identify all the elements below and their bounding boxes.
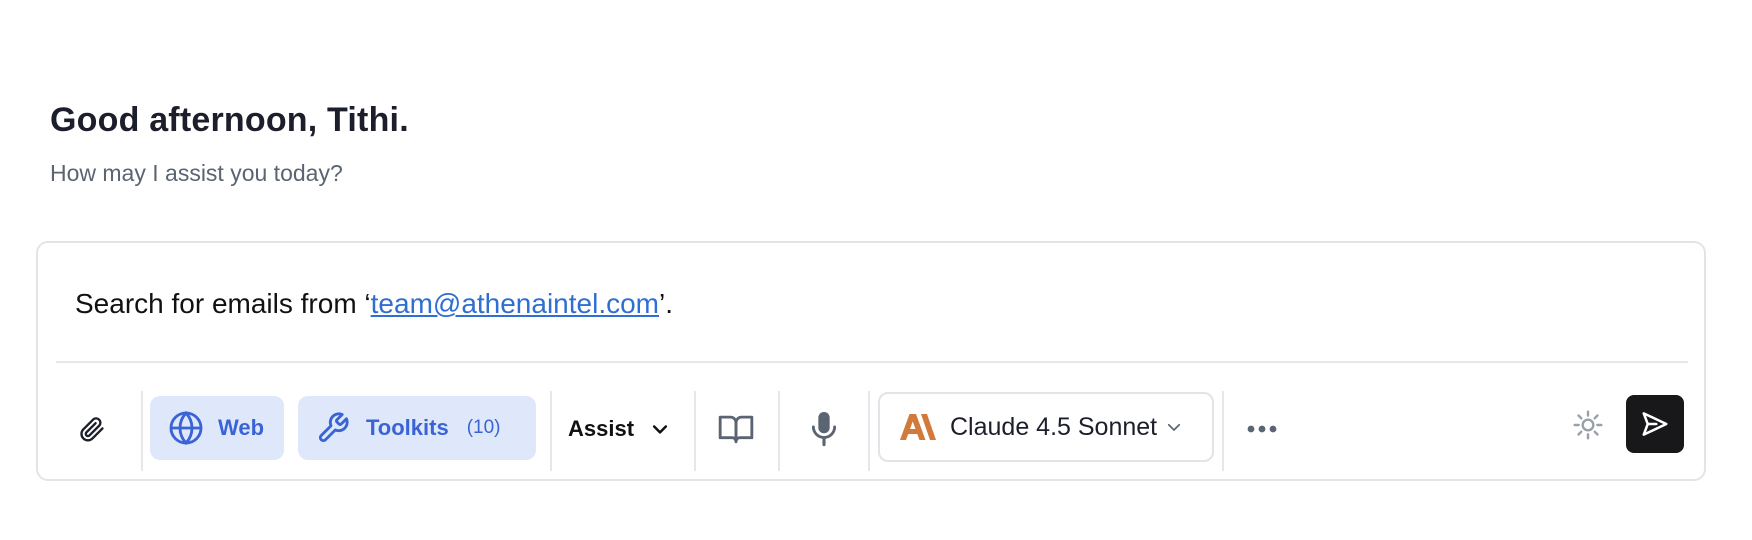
prompt-input[interactable]: Search for emails from ‘team@athenaintel… (75, 288, 673, 320)
voice-input-button[interactable] (802, 405, 846, 453)
attach-button[interactable] (72, 409, 112, 449)
book-icon (717, 410, 755, 448)
chat-composer: Search for emails from ‘team@athenaintel… (36, 241, 1706, 481)
toolbar-separator (868, 391, 870, 471)
mode-select[interactable]: Assist (568, 409, 670, 449)
microphone-icon (807, 409, 841, 449)
model-select[interactable]: Claude 4.5 Sonnet (878, 392, 1214, 462)
paperclip-icon (78, 415, 106, 443)
toolkits-label: Toolkits (366, 415, 449, 440)
chevron-down-icon (1165, 418, 1183, 436)
prompt-text-prefix: Search for emails from ‘ (75, 288, 371, 319)
composer-toolbar: Web Toolkits (10) Assist Claude 4.5 Sonn… (38, 363, 1704, 481)
greeting-title: Good afternoon, Tithi. (50, 101, 409, 139)
more-dots-icon (1246, 424, 1278, 434)
settings-button[interactable] (1568, 405, 1608, 445)
globe-icon (168, 410, 204, 446)
greeting-subtitle: How may I assist you today? (50, 160, 343, 186)
prompt-text-suffix: ’. (659, 288, 673, 319)
toolbar-separator (778, 391, 780, 471)
toolkits-count-badge: (10) (466, 417, 501, 438)
send-button[interactable] (1626, 395, 1684, 453)
web-toggle-button[interactable]: Web (150, 396, 284, 460)
toolkits-button[interactable]: Toolkits (10) (298, 396, 536, 460)
model-label: Claude 4.5 Sonnet (950, 412, 1158, 441)
toolbar-separator (1222, 391, 1224, 471)
gear-icon (1572, 409, 1604, 441)
library-button[interactable] (714, 407, 758, 451)
anthropic-logo-icon (900, 414, 936, 440)
mode-label: Assist (568, 416, 635, 441)
toolbar-separator (550, 391, 552, 471)
chevron-down-icon (650, 419, 670, 439)
send-icon (1640, 409, 1670, 439)
web-label: Web (218, 415, 265, 440)
email-link[interactable]: team@athenaintel.com (371, 288, 659, 319)
wrench-icon (316, 411, 350, 445)
more-options-button[interactable] (1242, 409, 1282, 449)
toolbar-separator (694, 391, 696, 471)
toolbar-separator (141, 391, 143, 471)
